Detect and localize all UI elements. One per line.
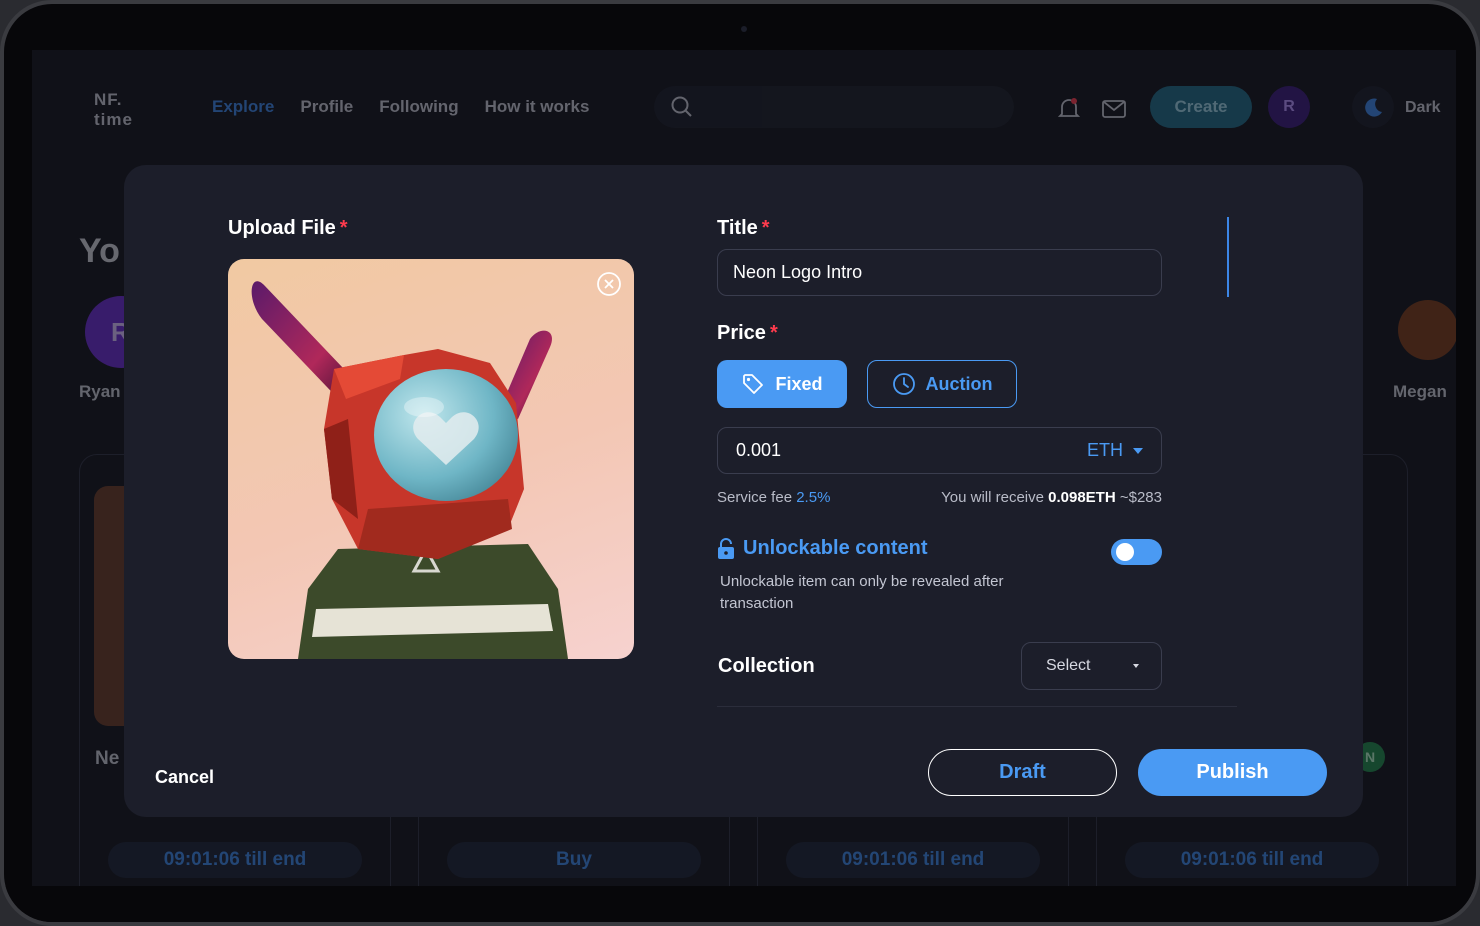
- timer-button[interactable]: 09:01:06 till end: [1125, 842, 1379, 878]
- publish-button[interactable]: Publish: [1138, 749, 1327, 796]
- create-item-modal: Upload File * Title * Neon Logo Intro Pr…: [124, 165, 1363, 817]
- unlock-title-text: Unlockable content: [743, 537, 928, 559]
- auction-label: Auction: [925, 373, 993, 394]
- price-value: 0.001: [736, 440, 782, 460]
- fixed-price-button[interactable]: Fixed: [717, 360, 847, 408]
- timer-button[interactable]: 09:01:06 till end: [786, 842, 1040, 878]
- caret-down-icon: [1133, 664, 1139, 668]
- logo-line-2: time: [94, 110, 133, 129]
- receive-amount: You will receive 0.098ETH ~$283: [941, 489, 1162, 506]
- upload-preview[interactable]: [228, 259, 634, 659]
- unlockable-description: Unlockable item can only be revealed aft…: [720, 573, 1004, 612]
- price-label: Price *: [717, 322, 778, 344]
- title-input[interactable]: Neon Logo Intro: [717, 249, 1162, 296]
- cancel-button[interactable]: Cancel: [155, 767, 214, 788]
- required-mark: *: [339, 217, 348, 239]
- laptop-bezel: [4, 886, 1476, 922]
- unlockable-toggle[interactable]: [1111, 539, 1162, 565]
- collection-select-value: Select: [1046, 657, 1091, 674]
- collection-select[interactable]: Select: [1021, 642, 1162, 690]
- fixed-label: Fixed: [775, 373, 823, 394]
- site-logo[interactable]: NF. time: [94, 90, 133, 130]
- draft-button[interactable]: Draft: [928, 749, 1117, 796]
- theme-label: Dark: [1405, 99, 1441, 116]
- required-mark: *: [769, 322, 778, 344]
- nft-card-title: Ne: [95, 748, 120, 769]
- main-nav: Explore Profile Following How it works: [212, 97, 589, 117]
- nav-following[interactable]: Following: [379, 97, 458, 117]
- clock-icon: [892, 373, 915, 395]
- section-heading: Yo: [79, 232, 120, 270]
- laptop-frame: NF. time Explore Profile Following How i…: [0, 0, 1480, 926]
- bell-icon[interactable]: [1058, 97, 1080, 121]
- service-fee-value: 2.5%: [796, 489, 831, 506]
- scrollbar[interactable]: [1227, 217, 1229, 297]
- receive-eth: 0.098ETH: [1048, 489, 1116, 506]
- mail-icon[interactable]: [1102, 100, 1126, 118]
- divider: [717, 706, 1237, 707]
- service-fee: Service fee 2.5%: [717, 489, 830, 506]
- creator-avatar[interactable]: [1398, 300, 1456, 360]
- screen: NF. time Explore Profile Following How i…: [32, 50, 1456, 886]
- required-mark: *: [761, 217, 770, 239]
- buy-button[interactable]: Buy: [447, 842, 701, 878]
- collection-label: Collection: [718, 655, 815, 677]
- currency-label: ETH: [1087, 440, 1123, 460]
- nav-how-it-works[interactable]: How it works: [485, 97, 590, 117]
- toggle-knob: [1116, 543, 1134, 561]
- timer-button[interactable]: 09:01:06 till end: [108, 842, 362, 878]
- price-input[interactable]: 0.001 ETH: [717, 427, 1162, 474]
- user-avatar[interactable]: R: [1268, 86, 1310, 128]
- logo-line-1: NF.: [94, 90, 123, 109]
- caret-down-icon: [1133, 447, 1143, 454]
- nav-explore[interactable]: Explore: [212, 97, 274, 117]
- creator-name: Ryan: [79, 382, 121, 401]
- nft-preview-image: [251, 281, 568, 659]
- unlockable-content-title: Unlockable content: [717, 537, 927, 560]
- upload-file-label: Upload File *: [228, 217, 348, 239]
- camera-dot: [741, 26, 747, 32]
- search-input[interactable]: [654, 86, 1014, 128]
- nav-profile[interactable]: Profile: [300, 97, 353, 117]
- receive-label: You will receive: [941, 489, 1044, 506]
- create-button[interactable]: Create: [1150, 86, 1252, 128]
- theme-toggle[interactable]: [1352, 86, 1394, 128]
- title-label: Title *: [717, 217, 770, 239]
- tag-icon: [743, 374, 764, 394]
- currency-select[interactable]: ETH: [1087, 440, 1143, 461]
- moon-icon: [1365, 98, 1382, 117]
- receive-usd: ~$283: [1119, 489, 1162, 506]
- remove-file-icon[interactable]: [596, 271, 622, 297]
- auction-button[interactable]: Auction: [867, 360, 1017, 408]
- lock-icon: [718, 537, 734, 559]
- service-fee-label: Service fee: [717, 489, 793, 506]
- creator-name: Megan: [1393, 382, 1447, 401]
- search-icon: [671, 96, 692, 117]
